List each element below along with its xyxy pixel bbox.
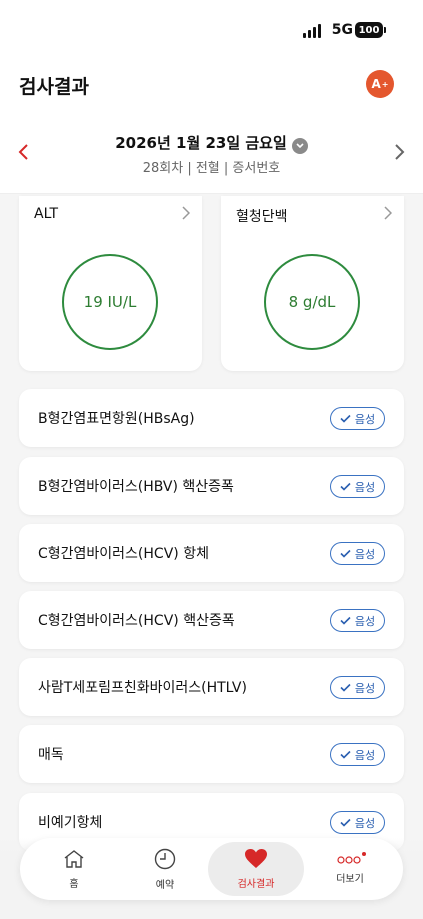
check-icon	[340, 616, 351, 625]
status-bar: 5G 100	[0, 0, 423, 56]
result-row[interactable]: B형간염바이러스(HBV) 핵산증폭 음성	[19, 457, 404, 515]
check-icon	[340, 683, 351, 692]
metric-value-ring: 19 IU/L	[62, 254, 158, 350]
status-badge: 음성	[330, 609, 385, 632]
bottom-nav: 홈 예약 검사결과 더보기	[20, 838, 403, 900]
result-label: 매독	[38, 747, 64, 763]
more-icon	[337, 855, 361, 864]
metric-value: 8 g/dL	[288, 293, 336, 311]
page-title: 검사결과	[19, 76, 89, 98]
date-selector: 2026년 1월 23일 금요일 28회차 | 전혈 | 증서번호	[0, 112, 423, 194]
date-heading[interactable]: 2026년 1월 23일 금요일	[0, 132, 423, 154]
result-row[interactable]: 매독 음성	[19, 725, 404, 783]
result-label: 사람T세포림프친화바이러스(HTLV)	[38, 680, 247, 696]
chevron-right-icon	[182, 206, 190, 220]
check-icon	[340, 414, 351, 423]
check-icon	[340, 750, 351, 759]
status-label: 음성	[354, 816, 376, 830]
clock-icon	[154, 848, 176, 869]
nav-item-more[interactable]: 더보기	[302, 838, 398, 900]
status-badge: 음성	[330, 676, 385, 699]
result-label: C형간염바이러스(HCV) 핵산증폭	[38, 613, 235, 629]
result-row[interactable]: B형간염표면항원(HBsAg) 음성	[19, 389, 404, 447]
metric-card-serum-protein[interactable]: 혈청단백 8 g/dL	[221, 196, 404, 371]
result-row[interactable]: C형간염바이러스(HCV) 핵산증폭 음성	[19, 591, 404, 649]
chevron-down-icon[interactable]	[291, 138, 308, 154]
app-header: 검사결과 A +	[0, 56, 423, 112]
metric-value: 19 IU/L	[83, 293, 137, 311]
nav-label: 더보기	[336, 873, 364, 885]
date-label: 2026년 1월 23일 금요일	[115, 134, 287, 152]
status-badge: 음성	[330, 811, 385, 834]
avatar[interactable]: A +	[366, 70, 394, 98]
nav-item-test-results[interactable]: 검사결과	[208, 842, 304, 896]
nav-label: 홈	[69, 878, 79, 890]
check-icon	[340, 482, 351, 491]
signal-icon	[303, 24, 321, 38]
next-date-button[interactable]	[388, 140, 412, 164]
metric-name: ALT	[34, 206, 59, 222]
nav-item-home[interactable]: 홈	[26, 838, 122, 900]
battery-icon: 100	[355, 22, 386, 38]
status-label: 음성	[354, 748, 376, 762]
result-row[interactable]: C형간염바이러스(HCV) 항체 음성	[19, 524, 404, 582]
status-label: 음성	[354, 480, 376, 494]
nav-label: 예약	[155, 879, 175, 891]
status-badge: 음성	[330, 743, 385, 766]
home-icon	[64, 849, 84, 868]
result-row[interactable]: 사람T세포림프친화바이러스(HTLV) 음성	[19, 658, 404, 716]
result-label: C형간염바이러스(HCV) 항체	[38, 546, 209, 562]
plus-icon: +	[381, 79, 389, 89]
status-label: 음성	[354, 547, 376, 561]
metric-card-alt[interactable]: ALT 19 IU/L	[19, 196, 202, 371]
status-badge: 음성	[330, 407, 385, 430]
nav-item-reservation[interactable]: 예약	[117, 838, 213, 900]
result-label: B형간염표면항원(HBsAg)	[38, 411, 195, 427]
status-badge: 음성	[330, 542, 385, 565]
status-label: 음성	[354, 412, 376, 426]
nav-label: 검사결과	[237, 879, 275, 890]
check-icon	[340, 549, 351, 558]
chevron-right-icon	[384, 206, 392, 220]
avatar-label: A	[371, 77, 381, 91]
notification-dot	[362, 852, 366, 856]
result-label: 비예기항체	[38, 815, 103, 831]
status-badge: 음성	[330, 475, 385, 498]
check-icon	[340, 818, 351, 827]
chevron-right-icon	[395, 144, 405, 160]
metric-value-ring: 8 g/dL	[264, 254, 360, 350]
metric-name: 혈청단백	[236, 209, 288, 225]
result-label: B형간염바이러스(HBV) 핵산증폭	[38, 479, 234, 495]
network-label: 5G	[331, 22, 353, 38]
session-info: 28회차 | 전혈 | 증서번호	[142, 161, 281, 176]
status-label: 음성	[354, 614, 376, 628]
status-label: 음성	[354, 681, 376, 695]
heart-icon	[245, 849, 267, 868]
